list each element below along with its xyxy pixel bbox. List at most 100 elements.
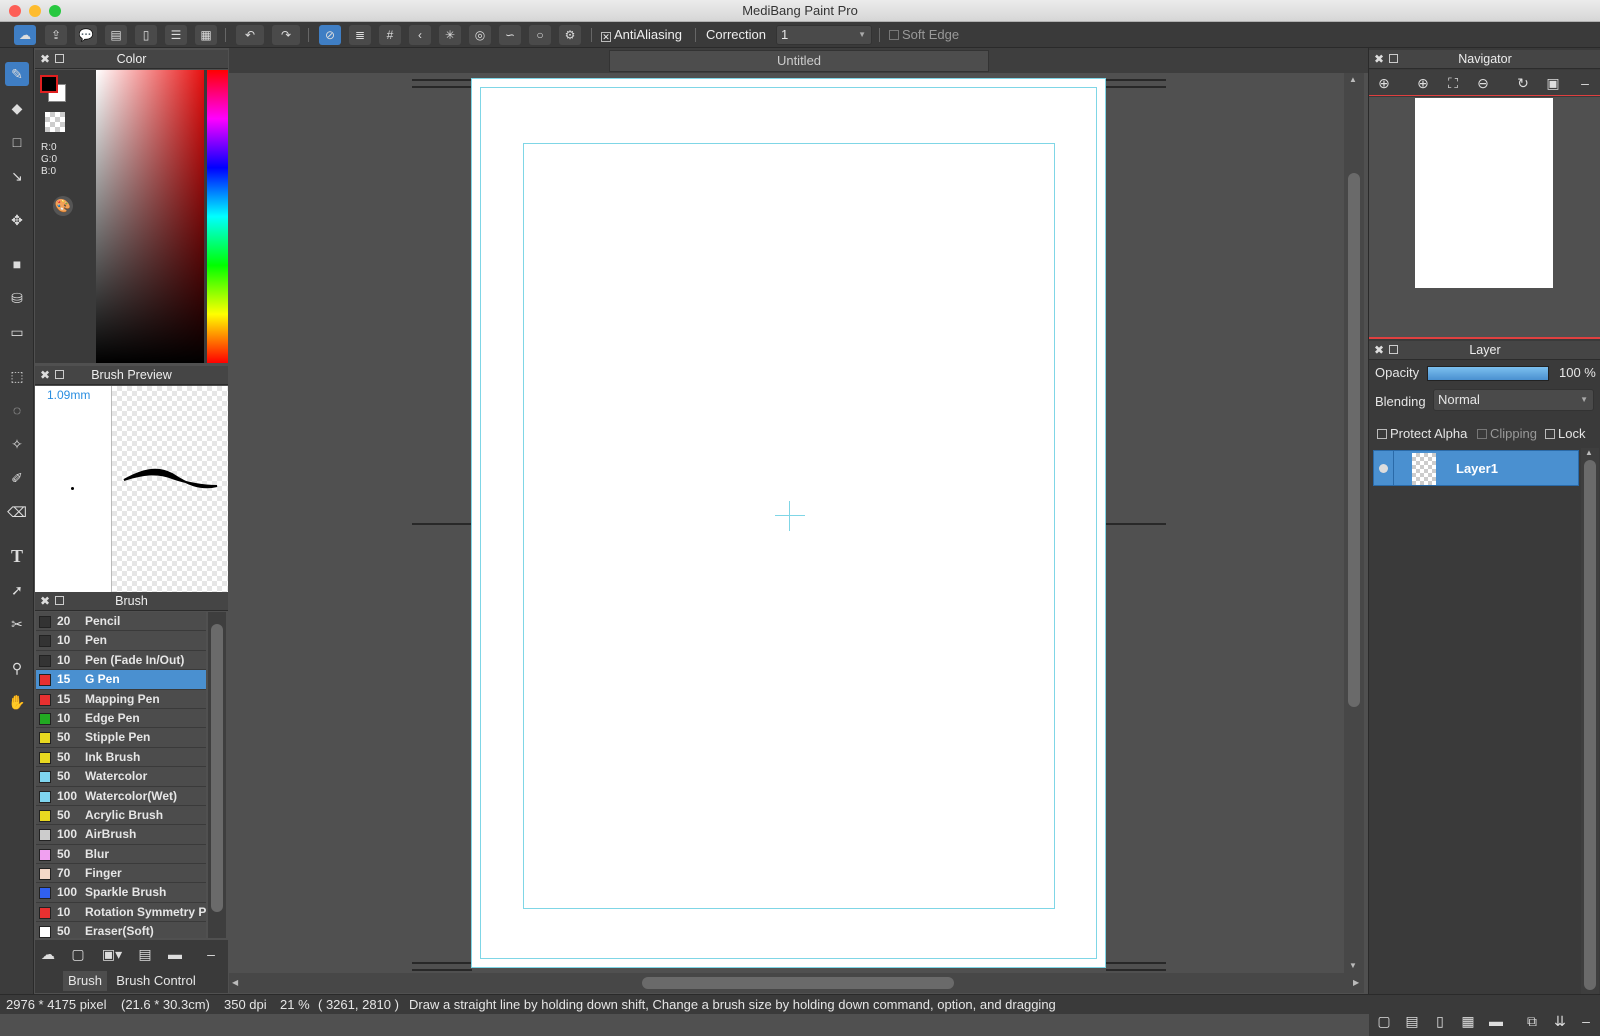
brush-list-item[interactable]: 100 Sparkle Brush	[36, 883, 206, 903]
scroll-up-icon[interactable]: ▲	[1585, 448, 1593, 457]
brush-list-item[interactable]: 50 Blur	[36, 844, 206, 865]
brush-list-item[interactable]: 10 Pen (Fade In/Out)	[36, 650, 206, 671]
palette-icon[interactable]: 🎨	[53, 196, 73, 216]
circle-snap-icon[interactable]: ○	[529, 25, 551, 45]
eraser-tool-icon[interactable]: ◆	[5, 96, 29, 120]
hue-slider[interactable]	[207, 70, 228, 363]
radial-snap-icon[interactable]: ✳	[439, 25, 461, 45]
redo-icon[interactable]: ↷	[272, 25, 300, 45]
scroll-down-icon[interactable]: ▼	[1349, 961, 1357, 970]
dot-tool-icon[interactable]: □	[5, 130, 29, 154]
comment-icon[interactable]: ▤	[105, 25, 127, 45]
curve-snap-icon[interactable]: ∽	[499, 25, 521, 45]
operation-tool-icon[interactable]: ➚	[5, 578, 29, 602]
magic-wand-tool-icon[interactable]: ✧	[5, 432, 29, 456]
brush-list-item[interactable]: 15 Mapping Pen	[36, 689, 206, 709]
fit-window-icon[interactable]: ⛶	[1442, 72, 1464, 94]
close-window-button[interactable]	[9, 5, 21, 17]
brush-list-item[interactable]: 20 Pencil	[36, 612, 206, 632]
saturation-value-picker[interactable]	[96, 70, 204, 363]
undo-icon[interactable]: ↶	[236, 25, 264, 45]
cloud-icon[interactable]: ☁	[14, 25, 36, 45]
cloud-brush-icon[interactable]: ☁	[37, 943, 59, 965]
divide-tool-icon[interactable]: ✂	[5, 612, 29, 636]
brush-list-item[interactable]: 10 Edge Pen	[36, 708, 206, 729]
clipping-checkbox[interactable]: Clipping	[1477, 426, 1537, 441]
tab-brush[interactable]: Brush	[63, 971, 107, 991]
speech-balloon-icon[interactable]: 💬	[75, 25, 97, 45]
shape-tool-icon[interactable]: ■	[5, 252, 29, 276]
move-tool-icon[interactable]: ✥	[5, 208, 29, 232]
brush-list-item[interactable]: 15 G Pen	[36, 670, 206, 690]
scroll-thumb[interactable]	[642, 977, 954, 989]
close-icon[interactable]: ✖	[1374, 341, 1384, 360]
cross-snap-icon[interactable]: #	[379, 25, 401, 45]
zoom-window-button[interactable]	[49, 5, 61, 17]
popout-icon[interactable]	[55, 54, 64, 63]
canvas-horizontal-scrollbar[interactable]: ◀ ▶	[229, 973, 1364, 993]
navigator-menu-icon[interactable]: –	[1574, 72, 1596, 94]
scroll-thumb[interactable]	[1584, 460, 1596, 990]
brush-list-item[interactable]: 10 Pen	[36, 631, 206, 651]
layer-row[interactable]: Layer1	[1373, 450, 1579, 486]
brush-list-item[interactable]: 50 Eraser(Soft)	[36, 922, 206, 938]
brush-list-item[interactable]: 70 Finger	[36, 864, 206, 884]
canvas-page[interactable]	[471, 78, 1106, 968]
close-icon[interactable]: ✖	[1374, 50, 1384, 69]
text-tool-icon[interactable]: T	[5, 544, 29, 568]
blending-select[interactable]: Normal ▼	[1433, 389, 1594, 411]
opacity-slider[interactable]	[1427, 366, 1549, 381]
zoom-out-icon[interactable]: ⊖	[1472, 72, 1494, 94]
brush-list-item[interactable]: 50 Ink Brush	[36, 747, 206, 768]
popout-icon[interactable]	[1389, 54, 1398, 63]
page-list-icon[interactable]: ☰	[165, 25, 187, 45]
soft-edge-checkbox[interactable]: Soft Edge	[889, 27, 959, 42]
select-tool-icon[interactable]: ⬚	[5, 364, 29, 388]
brush-list-item[interactable]: 50 Watercolor	[36, 767, 206, 787]
close-icon[interactable]: ✖	[40, 366, 50, 385]
foreground-color-swatch[interactable]	[40, 75, 58, 93]
tab-untitled[interactable]: Untitled	[609, 50, 989, 72]
brush-menu-icon[interactable]: –	[200, 943, 222, 965]
scroll-left-icon[interactable]: ◀	[232, 978, 238, 987]
popout-icon[interactable]	[55, 596, 64, 605]
visibility-icon[interactable]	[1379, 464, 1388, 473]
new-brush-icon[interactable]: ▢	[67, 943, 89, 965]
scroll-thumb[interactable]	[1348, 173, 1360, 707]
close-icon[interactable]: ✖	[40, 592, 50, 611]
navigator-preview[interactable]	[1369, 97, 1600, 339]
close-icon[interactable]: ✖	[40, 50, 50, 69]
brush-list-item[interactable]: 100 AirBrush	[36, 825, 206, 845]
select-pen-tool-icon[interactable]: ✐	[5, 466, 29, 490]
select-eraser-tool-icon[interactable]: ⌫	[5, 500, 29, 524]
brush-folder-icon[interactable]: ▬	[164, 943, 186, 965]
grid-page-icon[interactable]: ▦	[195, 25, 217, 45]
dot-line-tool-icon[interactable]: ↘	[5, 164, 29, 188]
snap-off-icon[interactable]: ⊘	[319, 25, 341, 45]
scroll-right-icon[interactable]: ▶	[1353, 978, 1359, 987]
eyedropper-tool-icon[interactable]: ⚲	[5, 656, 29, 680]
minimize-window-button[interactable]	[29, 5, 41, 17]
snap-settings-icon[interactable]: ⚙	[559, 25, 581, 45]
brush-list-item[interactable]: 50 Acrylic Brush	[36, 805, 206, 826]
export-icon[interactable]: ⇪	[45, 25, 67, 45]
tab-brush-control[interactable]: Brush Control	[111, 971, 201, 991]
zoom-in-icon[interactable]: ⊕	[1412, 72, 1434, 94]
brush-settings-icon[interactable]: ▤	[134, 943, 156, 965]
popout-icon[interactable]	[55, 370, 64, 379]
scroll-thumb[interactable]	[211, 624, 223, 912]
correction-select[interactable]: 1 ▼	[776, 25, 872, 45]
protect-alpha-checkbox[interactable]: Protect Alpha	[1377, 426, 1467, 441]
vanishing-point-snap-icon[interactable]: ‹	[409, 25, 431, 45]
parallel-snap-icon[interactable]: ≣	[349, 25, 371, 45]
lock-checkbox[interactable]: Lock	[1545, 426, 1585, 441]
canvas-vertical-scrollbar[interactable]: ▲ ▼	[1344, 73, 1364, 973]
scroll-up-icon[interactable]: ▲	[1349, 75, 1357, 84]
brush-list-item[interactable]: 10 Rotation Symmetry Pe	[36, 902, 206, 923]
brush-list-scrollbar[interactable]	[208, 612, 226, 938]
brush-list-item[interactable]: 100 Watercolor(Wet)	[36, 786, 206, 806]
layer-list-scrollbar[interactable]: ▲ ▼	[1581, 448, 1599, 1004]
lasso-tool-icon[interactable]: ◌	[5, 398, 29, 422]
antialiasing-checkbox[interactable]: ✕ AntiAliasing	[601, 27, 682, 42]
brush-tool-icon[interactable]: ✎	[5, 62, 29, 86]
